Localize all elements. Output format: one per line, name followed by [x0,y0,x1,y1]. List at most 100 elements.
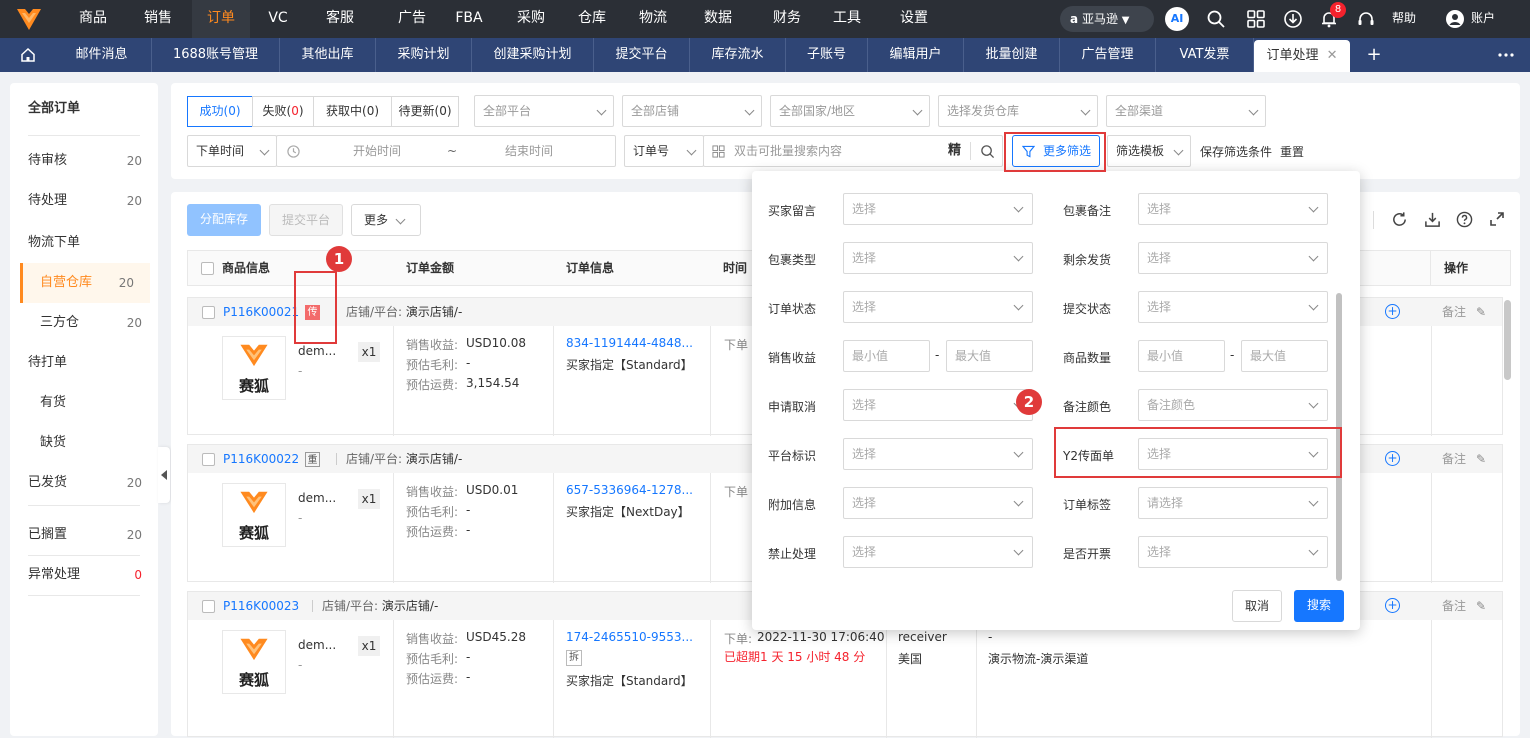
status-tab[interactable]: 成功(0) [187,96,253,127]
submit-platform-button[interactable]: 提交平台 [269,204,343,236]
range-max-input[interactable]: 最大值 [1241,340,1328,372]
topnav-item[interactable]: 数据 [687,0,749,38]
tab-item[interactable]: 子账号 [786,38,868,72]
topnav-item[interactable]: 销售 [132,0,184,38]
home-icon[interactable] [20,47,36,63]
tab-item[interactable]: 创建采购计划 [472,38,594,72]
apps-grid-icon[interactable] [1246,9,1266,29]
refresh-icon[interactable] [1391,211,1408,228]
cancel-button[interactable]: 取消 [1232,590,1282,622]
order-id-link[interactable]: P116K00023 [223,592,299,620]
tab-item[interactable]: VAT发票 [1156,38,1254,72]
table-scrollbar[interactable] [1504,300,1511,380]
product-name[interactable]: dem... [298,491,336,505]
order-search-input[interactable]: 双击可批量搜索内容 精 [703,135,1003,167]
channel-select[interactable]: 全部渠道 [1106,95,1266,127]
topnav-item[interactable]: 订单 [192,0,250,38]
download-icon[interactable] [1283,9,1303,29]
filter-select[interactable]: 选择 [1138,242,1328,274]
export-icon[interactable] [1424,211,1441,228]
save-filter-link[interactable]: 保存筛选条件 [1200,143,1272,160]
order-id-link[interactable]: P116K00022 [223,445,299,473]
edit-pencil-icon[interactable]: ✎ [1476,445,1486,473]
sidebar-item[interactable]: 自营仓库 20 [20,263,150,303]
sidebar-item[interactable]: 待打单 [10,343,158,383]
account-menu[interactable]: 账户 [1445,0,1495,36]
filter-select[interactable]: 选择 [1138,291,1328,323]
filter-select[interactable]: 选择 [843,487,1033,519]
filter-select[interactable]: 备注颜色 [1138,389,1328,421]
add-circle-icon[interactable]: + [1385,304,1400,319]
help-link[interactable]: 帮助 [1392,0,1416,36]
ai-assistant-button[interactable]: AI [1165,7,1189,31]
search-icon[interactable] [980,144,995,159]
order-checkbox[interactable] [202,600,215,613]
time-type-select[interactable]: 下单时间 [187,135,277,167]
range-min-input[interactable]: 最小值 [1138,340,1225,372]
filter-select[interactable]: 选择 [843,291,1033,323]
status-tab[interactable]: 获取中(0) [313,96,392,127]
reset-filter-link[interactable]: 重置 [1280,143,1304,160]
status-tab[interactable]: 失败(0) [252,96,314,127]
end-time-input[interactable]: 结束时间 [505,136,553,166]
sidebar-item[interactable]: 已发货 20 [10,463,158,503]
topnav-item[interactable]: VC [256,0,300,38]
topnav-item[interactable]: 仓库 [565,0,619,38]
country-select[interactable]: 全部国家/地区 [770,95,930,127]
select-all-checkbox[interactable] [201,262,214,275]
tab-item[interactable]: 其他出库 [280,38,376,72]
add-circle-icon[interactable]: + [1385,598,1400,613]
search-type-select[interactable]: 订单号 [624,135,704,167]
topnav-item[interactable]: 客服 [311,0,369,38]
sidebar-collapse-handle[interactable] [158,447,170,503]
topnav-item[interactable]: 财务 [758,0,816,38]
topnav-item[interactable]: 采购 [501,0,561,38]
exact-search-toggle[interactable]: 精 [948,136,961,166]
topnav-item[interactable]: 物流 [625,0,681,38]
help-circle-icon[interactable] [1456,211,1473,228]
search-button[interactable]: 搜索 [1294,590,1344,622]
sidebar-item[interactable]: 物流下单 [10,223,158,263]
store-select[interactable]: 全部店铺 [622,95,762,127]
status-tab[interactable]: 待更新(0) [391,96,459,127]
more-actions-button[interactable]: 更多 [351,204,421,236]
tab-item[interactable]: 提交平台 [594,38,690,72]
filter-select[interactable]: 选择 [843,389,1033,421]
edit-pencil-icon[interactable]: ✎ [1476,592,1486,620]
sidebar-item[interactable]: 异常处理 0 [10,555,158,595]
filter-select[interactable]: 选择 [843,242,1033,274]
topnav-item[interactable]: 商品 [62,0,124,38]
order-number-link[interactable]: 174-2465510-9553... [566,630,693,644]
tab-item[interactable]: 批量创建 [964,38,1060,72]
sidebar-item[interactable]: 已搁置 20 [10,515,158,555]
range-min-input[interactable]: 最小值 [843,340,930,372]
sidebar-item[interactable]: 待处理 20 [10,181,158,221]
tab-item[interactable]: 库存流水 [690,38,786,72]
platform-select[interactable]: 全部平台 [474,95,614,127]
order-number-link[interactable]: 834-1191444-4848... [566,336,693,350]
topnav-item[interactable]: 工具 [820,0,874,38]
filter-select[interactable]: 请选择 [1138,487,1328,519]
close-icon[interactable]: ✕ [1327,48,1338,63]
filter-select[interactable]: 选择 [1138,193,1328,225]
product-name[interactable]: dem... [298,638,336,652]
allocate-stock-button[interactable]: 分配库存 [187,204,261,236]
edit-pencil-icon[interactable]: ✎ [1476,298,1486,326]
add-tab-button[interactable]: + [1360,38,1388,72]
search-icon[interactable] [1206,9,1226,29]
tab-item[interactable]: 1688账号管理 [152,38,280,72]
note-button[interactable]: 备注 [1442,298,1466,326]
date-range-picker[interactable]: 开始时间 ~ 结束时间 [276,135,616,167]
tab-item[interactable]: 编辑用户 [868,38,964,72]
add-circle-icon[interactable]: + [1385,451,1400,466]
sidebar-item[interactable]: 待审核 20 [10,141,158,181]
tab-order-processing[interactable]: 订单处理 ✕ [1254,40,1350,72]
topnav-item[interactable]: 广告 [386,0,438,38]
order-checkbox[interactable] [202,453,215,466]
filter-select[interactable]: 选择 [1138,536,1328,568]
order-checkbox[interactable] [202,306,215,319]
product-name[interactable]: dem... [298,344,336,358]
tab-item[interactable]: 采购计划 [376,38,472,72]
fullscreen-icon[interactable] [1489,211,1505,227]
range-max-input[interactable]: 最大值 [946,340,1033,372]
